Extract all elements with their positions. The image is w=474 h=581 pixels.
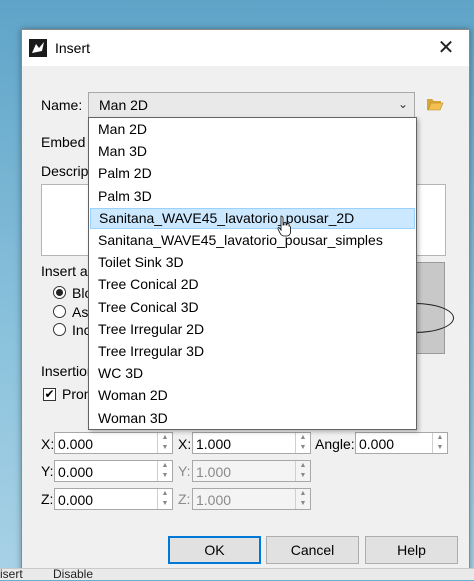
radio-block[interactable] [53, 286, 66, 299]
dropdown-option[interactable]: Woman 2D [90, 385, 415, 406]
insert-as-label: Insert as [41, 263, 95, 279]
z-label: Z: [41, 491, 54, 507]
radio-individual-label: As [72, 304, 89, 320]
insertion-label: Insertion [41, 363, 95, 379]
y-label: Y: [41, 463, 54, 479]
dropdown-option[interactable]: Tree Irregular 2D [90, 319, 415, 340]
cancel-button[interactable]: Cancel [266, 536, 359, 564]
scale-x-value: 1.000 [196, 436, 232, 452]
dropdown-option[interactable]: Tree Conical 3D [90, 297, 415, 318]
chevron-down-icon[interactable]: ⌄ [398, 97, 408, 111]
stepper-icon[interactable]: ▲ ▼ [157, 461, 172, 481]
close-icon[interactable]: ✕ [432, 36, 460, 60]
scale-x-input[interactable]: 1.000 ▲ ▼ [192, 432, 311, 454]
stepper-icon[interactable]: ▲ ▼ [295, 461, 310, 481]
description-label: Descrip [41, 163, 89, 179]
name-combobox[interactable]: Man 2D ⌄ [88, 92, 415, 118]
dropdown-option[interactable]: Tree Irregular 3D [90, 341, 415, 362]
stepper-icon[interactable]: ▲ ▼ [157, 433, 172, 453]
name-dropdown-list[interactable]: Man 2D Man 3D Palm 2D Palm 3D Sanitana_WAVE4… [88, 117, 417, 430]
angle-input[interactable]: 0.000 ▲ ▼ [355, 432, 448, 454]
insertion-y-input[interactable]: 0.000 ▲ ▼ [54, 460, 173, 482]
dropdown-option[interactable]: Man 3D [90, 141, 415, 162]
embed-label: Embed [41, 134, 86, 150]
scale-y-value: 1.000 [196, 464, 232, 480]
radio-individual[interactable] [53, 305, 66, 318]
scale-z-input[interactable]: 1.000 ▲ ▼ [192, 488, 311, 510]
insertion-y-value: 0.000 [58, 464, 94, 480]
open-folder-icon[interactable] [426, 96, 444, 112]
mouse-cursor-icon [277, 215, 291, 237]
dropdown-option[interactable]: Palm 2D [90, 163, 415, 184]
prompt-checkbox[interactable]: ✔ [43, 388, 56, 401]
dropdown-option[interactable]: Toilet Sink 3D [90, 252, 415, 273]
insertion-x-value: 0.000 [58, 436, 94, 452]
taskbar: isert Disable [0, 567, 474, 581]
dropdown-option[interactable]: Tree Conical 2D [90, 274, 415, 295]
stepper-icon[interactable]: ▲ ▼ [295, 489, 310, 509]
angle-label: Angle: [315, 436, 355, 452]
dropdown-option[interactable]: Sanitana_WAVE45_lavatorio_pousar_simples [90, 230, 415, 251]
title-bar: Insert ✕ [22, 30, 469, 66]
scale-y-input[interactable]: 1.000 ▲ ▼ [192, 460, 311, 482]
dropdown-option[interactable]: Palm 3D [90, 186, 415, 207]
insertion-z-value: 0.000 [58, 492, 94, 508]
dropdown-option[interactable]: Woman 3D [90, 408, 415, 429]
scale-y-label: Y: [178, 463, 191, 479]
stepper-icon[interactable]: ▲ ▼ [295, 433, 310, 453]
dropdown-option[interactable]: Sanitana_WAVE45_lavatorio_pousar_2D [90, 207, 415, 229]
name-combobox-value: Man 2D [99, 97, 149, 113]
dropdown-option[interactable]: WC 3D [90, 363, 415, 384]
rhino-app-icon [29, 39, 47, 57]
angle-value: 0.000 [359, 436, 395, 452]
ok-button[interactable]: OK [168, 536, 261, 564]
x-label: X: [41, 436, 55, 452]
stepper-icon[interactable]: ▲ ▼ [157, 489, 172, 509]
stepper-icon[interactable]: ▲ ▼ [432, 433, 447, 453]
window-title: Insert [55, 40, 91, 56]
insertion-z-input[interactable]: 0.000 ▲ ▼ [54, 488, 173, 510]
radio-group[interactable] [53, 323, 66, 336]
scale-z-label: Z: [178, 491, 191, 507]
scale-z-value: 1.000 [196, 492, 232, 508]
insertion-x-input[interactable]: 0.000 ▲ ▼ [54, 432, 173, 454]
scale-x-label: X: [178, 436, 192, 452]
dropdown-option[interactable]: Man 2D [90, 119, 415, 140]
help-button[interactable]: Help [365, 536, 458, 564]
name-label: Name: [41, 97, 83, 113]
